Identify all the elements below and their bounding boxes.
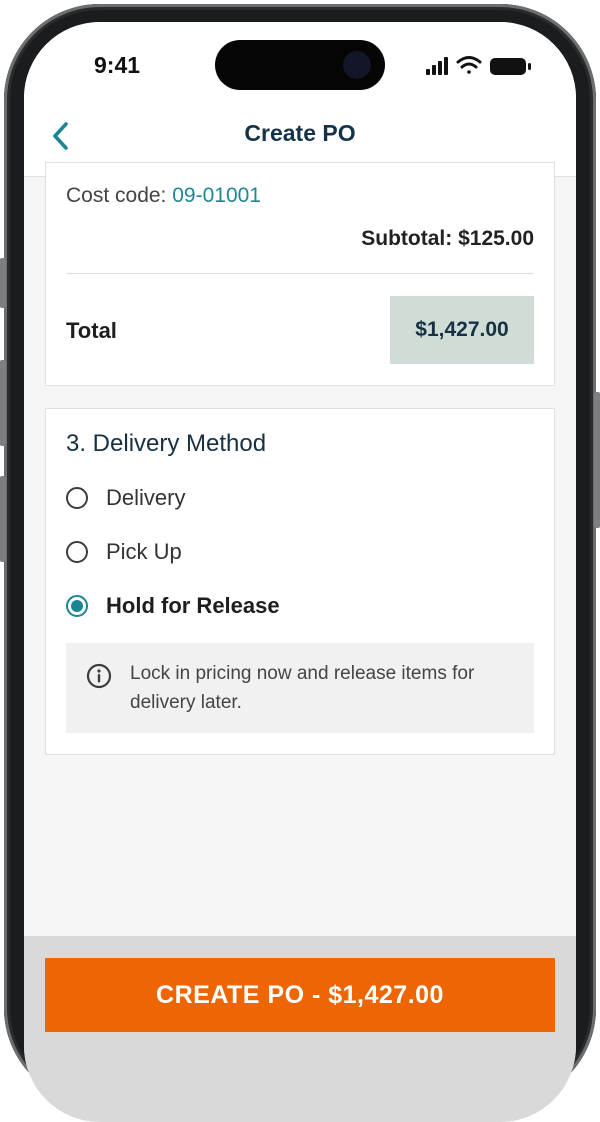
footer-bar: CREATE PO - $1,427.00 — [24, 936, 576, 1122]
status-icons — [426, 56, 531, 75]
status-time: 9:41 — [94, 52, 141, 78]
info-notice: Lock in pricing now and release items fo… — [66, 643, 534, 733]
total-value: $1,427.00 — [390, 296, 534, 364]
camera-icon — [343, 51, 371, 79]
divider — [66, 273, 534, 274]
radio-button-selected[interactable] — [66, 595, 88, 617]
device-side-button — [0, 258, 6, 308]
delivery-option-pick-up[interactable]: Pick Up — [66, 537, 182, 567]
wifi-icon — [456, 56, 482, 74]
device-side-button — [0, 476, 6, 562]
total-label: Total — [66, 318, 117, 343]
delivery-option-label: Pick Up — [106, 539, 182, 564]
radio-button[interactable] — [66, 487, 88, 509]
delivery-method-title: 3. Delivery Method — [66, 430, 267, 457]
delivery-option-hold-for-release[interactable]: Hold for Release — [66, 591, 280, 621]
page-title: Create PO — [244, 120, 356, 146]
radio-button[interactable] — [66, 541, 88, 563]
cost-code-label: Cost code: — [66, 184, 173, 207]
delivery-option-label: Delivery — [106, 485, 186, 510]
device-side-button — [594, 392, 600, 528]
info-icon — [86, 663, 112, 689]
delivery-option-label: Hold for Release — [106, 593, 280, 618]
app-screen: 9:41 Create PO Cost code: 09-01001 Subto… — [24, 22, 576, 1122]
signal-icon — [426, 57, 448, 75]
subtotal: Subtotal: $125.00 — [361, 227, 534, 250]
device-side-button — [0, 360, 6, 446]
delivery-option-delivery[interactable]: Delivery — [66, 483, 185, 513]
battery-icon — [490, 58, 531, 75]
create-po-button[interactable]: CREATE PO - $1,427.00 — [45, 958, 555, 1032]
cost-code-value[interactable]: 09-01001 — [172, 184, 261, 207]
info-text: Lock in pricing now and release items fo… — [130, 663, 475, 713]
cost-code: Cost code: 09-01001 — [66, 184, 261, 208]
